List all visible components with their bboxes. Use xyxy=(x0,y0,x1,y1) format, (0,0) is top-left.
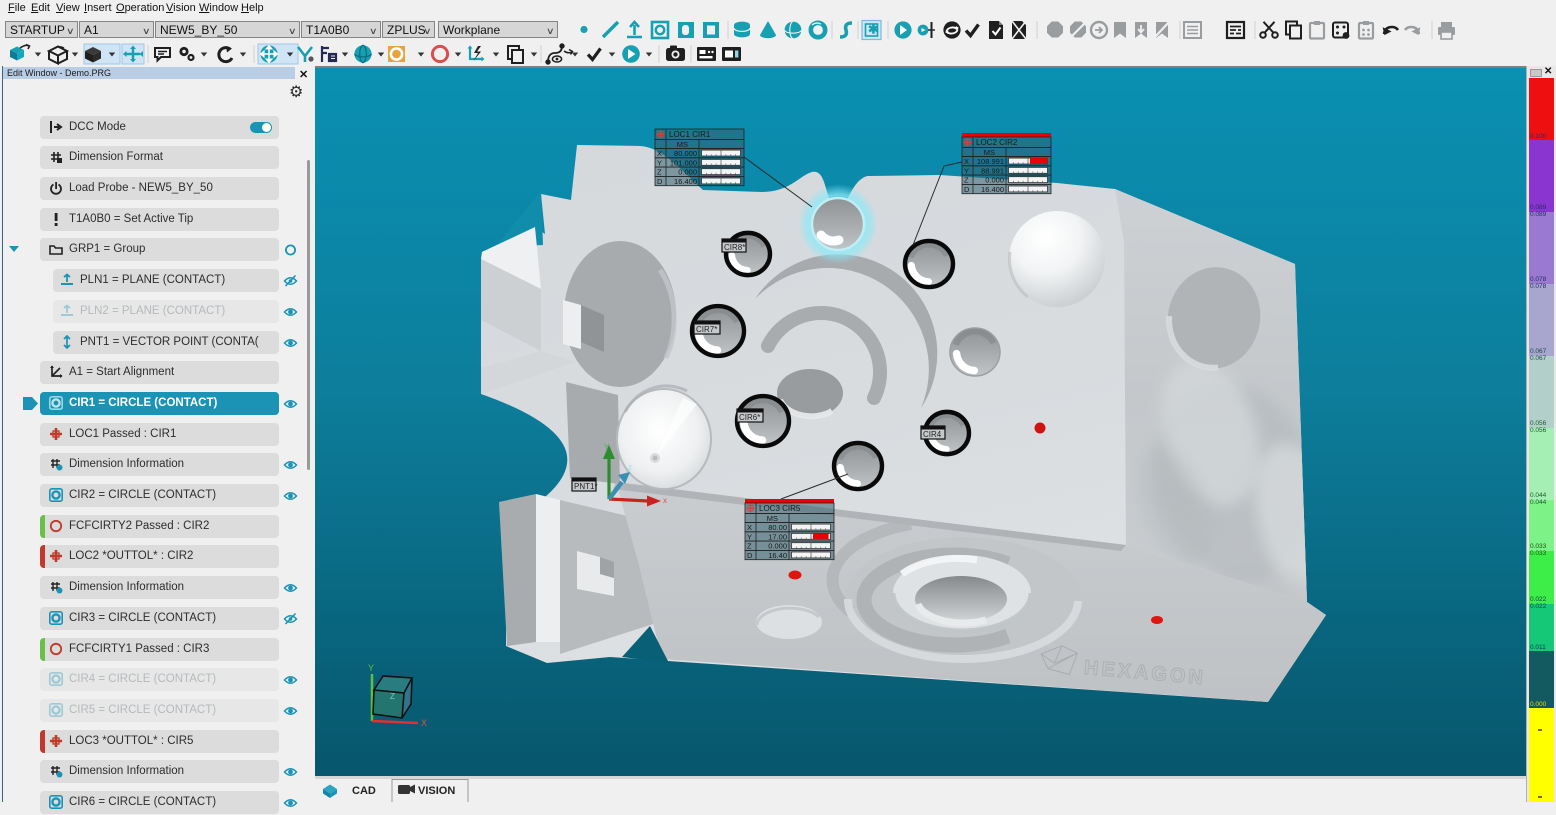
svg-text:88.991: 88.991 xyxy=(981,166,1004,175)
svg-text:0.000: 0.000 xyxy=(678,168,697,177)
svg-text:z: z xyxy=(628,463,632,472)
svg-text:17.00: 17.00 xyxy=(768,532,787,541)
svg-text:VISION: VISION xyxy=(418,785,455,797)
svg-text:CIR4: CIR4 xyxy=(923,430,942,439)
svg-text:Y: Y xyxy=(657,158,662,167)
svg-text:MS: MS xyxy=(984,148,995,157)
svg-text:D: D xyxy=(657,177,663,186)
svg-text:101.000: 101.000 xyxy=(670,158,697,167)
svg-text:Y: Y xyxy=(604,443,610,452)
svg-text:80.000: 80.000 xyxy=(674,149,697,158)
svg-text:0.000: 0.000 xyxy=(768,542,787,551)
svg-text:0.000: 0.000 xyxy=(985,176,1004,185)
svg-text:Z: Z xyxy=(657,168,662,177)
svg-text:D: D xyxy=(747,551,753,560)
svg-text:Z: Z xyxy=(390,692,395,701)
svg-text:MS: MS xyxy=(677,140,688,149)
svg-text:MS: MS xyxy=(767,514,778,523)
svg-text:16.400: 16.400 xyxy=(674,177,697,186)
svg-text:108.991: 108.991 xyxy=(977,157,1004,166)
svg-text:PNT1*: PNT1* xyxy=(574,482,598,491)
svg-text:16.40: 16.40 xyxy=(768,551,787,560)
svg-text:CIR6*: CIR6* xyxy=(739,413,760,422)
svg-text:X: X xyxy=(657,149,662,158)
svg-text:LOC3 CIR5: LOC3 CIR5 xyxy=(759,504,801,513)
svg-text:x: x xyxy=(663,496,667,505)
svg-text:Z: Z xyxy=(747,542,752,551)
svg-text:CIR7*: CIR7* xyxy=(696,325,717,334)
svg-text:Z: Z xyxy=(964,176,969,185)
svg-text:Y: Y xyxy=(964,166,969,175)
svg-text:X: X xyxy=(421,718,427,728)
svg-text:✱: ✱ xyxy=(868,22,879,37)
svg-text:16.400: 16.400 xyxy=(981,185,1004,194)
svg-text:X: X xyxy=(964,157,969,166)
svg-text:LOC1 CIR1: LOC1 CIR1 xyxy=(669,130,711,139)
svg-text:LOC2 CIR2: LOC2 CIR2 xyxy=(976,138,1018,147)
svg-text:X: X xyxy=(747,523,752,532)
svg-text:80.00: 80.00 xyxy=(768,523,787,532)
svg-text:D: D xyxy=(964,185,970,194)
svg-text:CAD: CAD xyxy=(352,785,376,797)
svg-text:Y: Y xyxy=(368,663,374,673)
svg-text:Y: Y xyxy=(747,532,752,541)
svg-text:CIR8*: CIR8* xyxy=(724,243,745,252)
